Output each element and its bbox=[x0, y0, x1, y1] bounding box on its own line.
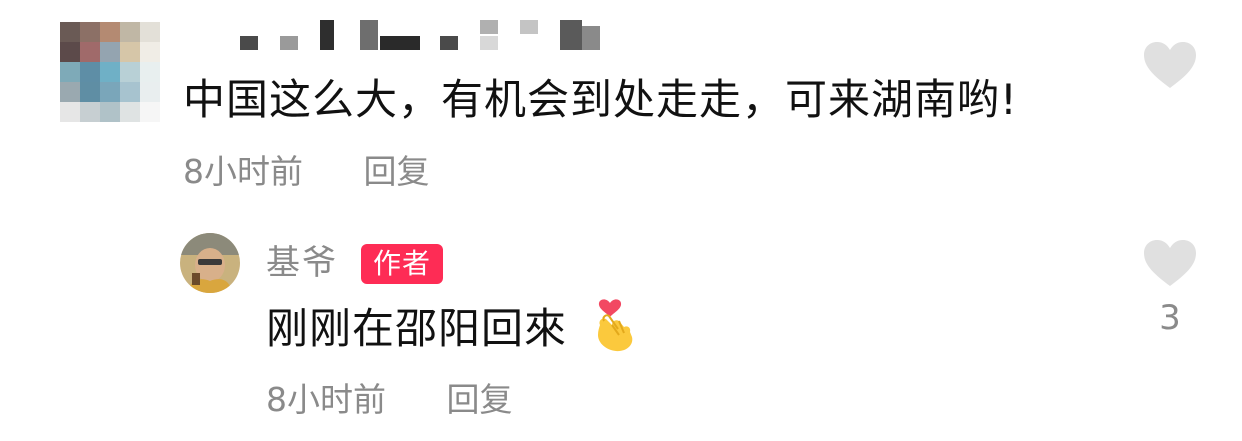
comment-meta: 8小时前 回复 bbox=[183, 150, 430, 194]
comment-timestamp: 8小时前 bbox=[183, 152, 303, 191]
avatar-pixel bbox=[140, 22, 160, 42]
avatar-pixel bbox=[140, 42, 160, 62]
reply-timestamp: 8小时前 bbox=[266, 380, 386, 419]
avatar-pixel bbox=[120, 22, 140, 42]
avatar-pixel bbox=[140, 62, 160, 82]
avatar-pixel bbox=[100, 82, 120, 102]
avatar-pixel bbox=[120, 102, 140, 122]
avatar-pixel bbox=[60, 22, 80, 42]
author-name[interactable]: 基爷 bbox=[266, 240, 338, 286]
reply-text: 刚刚在邵阳回來 bbox=[266, 304, 568, 353]
avatar-pixel bbox=[100, 42, 120, 62]
reply-meta: 8小时前 回复 bbox=[266, 378, 513, 422]
avatar-pixel bbox=[60, 42, 80, 62]
avatar-pixel bbox=[120, 62, 140, 82]
finger-heart-emoji-icon bbox=[588, 295, 638, 353]
avatar-pixel bbox=[100, 102, 120, 122]
avatar-pixel bbox=[80, 82, 100, 102]
avatar-pixel bbox=[80, 22, 100, 42]
commenter-username-blurred[interactable] bbox=[240, 16, 620, 56]
avatar-pixel bbox=[120, 82, 140, 102]
like-heart-icon[interactable] bbox=[1142, 40, 1198, 90]
avatar-pixel bbox=[100, 62, 120, 82]
author-badge: 作者 bbox=[361, 244, 444, 284]
reply-to-reply-button[interactable]: 回复 bbox=[447, 378, 513, 422]
avatar-pixel bbox=[120, 42, 140, 62]
avatar-pixel bbox=[80, 42, 100, 62]
avatar-pixel bbox=[60, 82, 80, 102]
commenter-avatar[interactable] bbox=[60, 22, 160, 122]
avatar-pixel bbox=[60, 102, 80, 122]
avatar-pixel bbox=[140, 82, 160, 102]
avatar-pixel bbox=[80, 62, 100, 82]
comment-text: 中国这么大，有机会到处走走，可来湖南哟! bbox=[183, 75, 1018, 124]
avatar-pixel bbox=[100, 22, 120, 42]
avatar-pixel bbox=[60, 62, 80, 82]
reply-like-heart-icon[interactable] bbox=[1142, 238, 1198, 288]
author-avatar[interactable] bbox=[180, 233, 240, 293]
avatar-pixel bbox=[80, 102, 100, 122]
avatar-pixel bbox=[140, 102, 160, 122]
reply-like-count: 3 bbox=[1159, 298, 1181, 338]
reply-button[interactable]: 回复 bbox=[364, 150, 430, 194]
